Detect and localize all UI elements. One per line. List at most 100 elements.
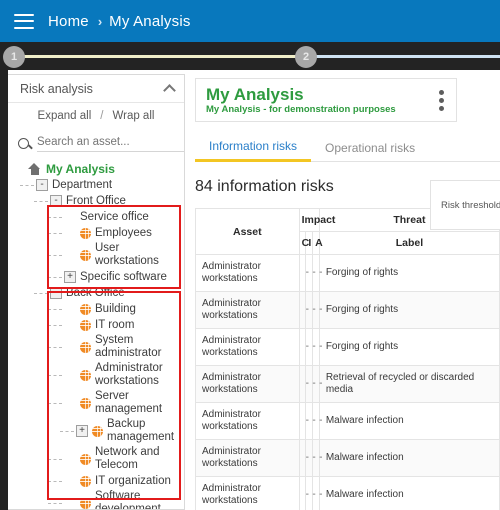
tree-node[interactable]: IT organization <box>8 473 184 489</box>
tree-connector <box>48 232 62 234</box>
breadcrumb-home[interactable]: Home <box>48 13 89 30</box>
step-line-remaining <box>306 55 500 58</box>
tree-connector <box>48 458 62 460</box>
tree-node[interactable]: - Back Office <box>8 285 184 301</box>
tab-information-risks[interactable]: Information risks <box>195 139 312 162</box>
sidebar-search-row <box>8 129 184 155</box>
table-row[interactable]: Administrator workstations - - - Malware inf… <box>195 402 500 440</box>
tree-node[interactable]: Network and Telecom <box>8 445 184 473</box>
cell-impact-c: - <box>298 365 309 403</box>
tree-node[interactable]: User workstations <box>8 241 184 269</box>
tree-node[interactable]: My Analysis <box>8 161 184 177</box>
col-header-label[interactable]: Label <box>318 231 500 255</box>
col-header-impact: Impact <box>298 208 335 232</box>
cell-asset: Administrator workstations <box>195 291 300 329</box>
sidebar-tree-actions: Expand all / Wrap all <box>8 103 184 129</box>
globe-icon <box>80 497 91 509</box>
tree-node-label: Server management <box>95 390 163 415</box>
cell-impact-c: - <box>298 328 309 366</box>
table-row[interactable]: Administrator workstations - - - Forging of … <box>195 254 500 292</box>
tree-connector <box>48 324 62 326</box>
cell-asset: Administrator workstations <box>195 402 300 440</box>
globe-icon <box>80 397 91 409</box>
search-input[interactable] <box>37 134 184 152</box>
cell-impact-c: - <box>298 291 309 329</box>
globe-icon <box>80 453 91 465</box>
hamburger-menu-icon[interactable] <box>14 13 34 29</box>
globe-icon <box>80 369 91 381</box>
expand-node-icon[interactable]: + <box>76 425 88 437</box>
tree-node[interactable]: + Backup management <box>8 417 184 445</box>
asset-tree: My Analysis - Department - Front Office Servi… <box>8 155 184 509</box>
tree-node[interactable]: Server management <box>8 389 184 417</box>
step-indicator-2[interactable]: 2 <box>295 46 317 68</box>
tree-connector <box>48 276 62 278</box>
cell-impact-c: - <box>298 476 309 510</box>
collapse-node-icon[interactable]: - <box>50 195 62 207</box>
app-root: Home › My Analysis 1 2 Risk analysis Exp… <box>0 0 500 510</box>
tree-node[interactable]: - Department <box>8 177 184 193</box>
expand-node-icon[interactable]: + <box>64 271 76 283</box>
table-row[interactable]: Administrator workstations - - - Retrieval o… <box>195 365 500 403</box>
tree-node-label: System administrator <box>95 334 162 359</box>
cell-threat-label: Retrieval of recycled or discarded media <box>318 365 500 403</box>
tree-node[interactable]: Software development <box>8 489 184 509</box>
tree-node[interactable]: Administrator workstations <box>8 361 184 389</box>
tree-node[interactable]: Building <box>8 301 184 317</box>
globe-icon <box>80 475 91 487</box>
tree-node[interactable]: - Front Office <box>8 193 184 209</box>
chevron-up-icon[interactable] <box>163 84 176 97</box>
kebab-menu-icon[interactable] <box>437 88 446 113</box>
tree-node-label: Network and Telecom <box>95 446 160 471</box>
tree-node-label: User workstations <box>95 242 159 267</box>
tree-node-label: IT organization <box>95 474 171 487</box>
cell-asset: Administrator workstations <box>195 365 300 403</box>
analysis-title-card: My Analysis My Analysis - for demonstrat… <box>195 78 457 122</box>
tree-node-label: Front Office <box>66 194 126 207</box>
tree-node-label: Specific software <box>80 270 167 283</box>
tree-connector <box>48 216 62 218</box>
tree-node[interactable]: Employees <box>8 225 184 241</box>
table-row[interactable]: Administrator workstations - - - Forging of … <box>195 328 500 366</box>
wrap-all-button[interactable]: Wrap all <box>112 110 154 122</box>
col-header-a[interactable]: A <box>312 231 323 255</box>
cell-asset: Administrator workstations <box>195 476 300 510</box>
tree-node[interactable]: Service office <box>8 209 184 225</box>
risk-threshold-card[interactable]: Risk threshold <box>430 180 500 230</box>
chevron-right-icon: › <box>97 13 103 29</box>
tab-operational-risks[interactable]: Operational risks <box>311 141 429 161</box>
collapse-node-icon[interactable]: - <box>50 287 62 299</box>
tree-node[interactable]: System administrator <box>8 333 184 361</box>
page-subtitle: My Analysis - for demonstration purposes <box>206 103 396 115</box>
table-row[interactable]: Administrator workstations - - - Malware inf… <box>195 439 500 477</box>
globe-icon <box>92 425 103 437</box>
step-line-completed <box>14 55 306 58</box>
col-header-asset[interactable]: Asset <box>195 208 300 255</box>
risk-count-title: 84 information risks <box>195 178 334 195</box>
analysis-title-block: My Analysis My Analysis - for demonstrat… <box>206 85 396 116</box>
tree-node-label: Back Office <box>66 286 125 299</box>
table-row[interactable]: Administrator workstations - - - Forging of … <box>195 291 500 329</box>
globe-icon <box>80 249 91 261</box>
expand-all-button[interactable]: Expand all <box>38 110 92 122</box>
risk-tabs: Information risks Operational risks <box>195 136 500 162</box>
globe-icon <box>80 341 91 353</box>
globe-icon <box>80 227 91 239</box>
step-indicator-1[interactable]: 1 <box>3 46 25 68</box>
collapse-node-icon[interactable]: - <box>36 179 48 191</box>
col-header-c[interactable]: C <box>298 231 309 255</box>
tree-node[interactable]: IT room <box>8 317 184 333</box>
cell-impact-c: - <box>298 402 309 440</box>
action-separator: / <box>100 110 104 122</box>
risks-table: Asset Impact Threat C I A Label Administ… <box>195 208 500 510</box>
table-row[interactable]: Administrator workstations - - - Malware inf… <box>195 476 500 510</box>
sidebar-header: Risk analysis <box>8 75 184 103</box>
tree-node-label: Backup management <box>107 418 175 443</box>
tree-node[interactable]: + Specific software <box>8 269 184 285</box>
tree-connector <box>60 430 74 432</box>
